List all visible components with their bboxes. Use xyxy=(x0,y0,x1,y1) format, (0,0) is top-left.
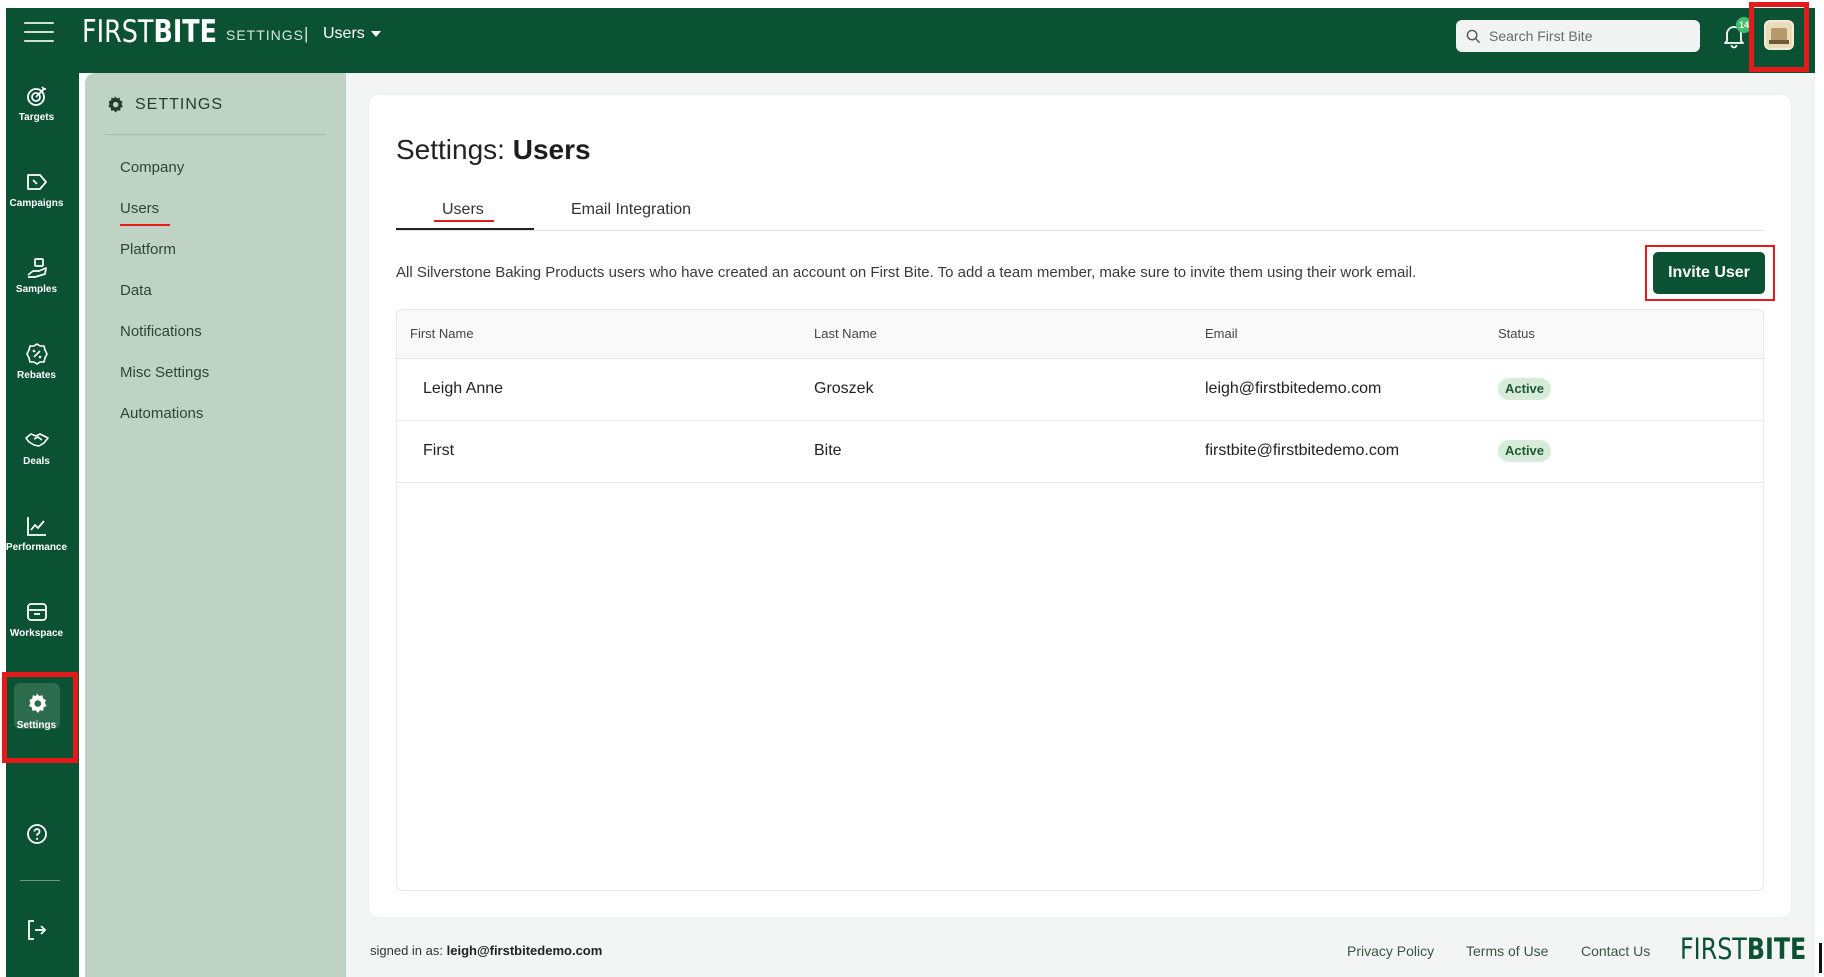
table-row[interactable]: First Bite firstbite@firstbitedemo.com A… xyxy=(397,421,1763,483)
rail-label-deals: Deals xyxy=(23,456,50,467)
users-description: All Silverstone Baking Products users wh… xyxy=(396,264,1417,281)
sidebar-item-platform[interactable]: Platform xyxy=(120,241,176,258)
tab-red-underline xyxy=(434,220,494,222)
handshake-icon xyxy=(24,433,49,447)
gear-icon xyxy=(108,96,123,113)
percent-badge-icon xyxy=(25,343,48,365)
page-switcher-label: Users xyxy=(323,25,365,42)
rail-label-targets: Targets xyxy=(18,112,55,123)
rail-item-performance[interactable]: Performance xyxy=(0,514,73,553)
archive-box-icon xyxy=(26,603,47,621)
tab-users[interactable]: Users xyxy=(442,201,484,219)
contact-us-link[interactable]: Contact Us xyxy=(1581,943,1650,959)
rail-item-logout[interactable] xyxy=(0,918,73,942)
logout-icon xyxy=(27,920,46,940)
highlight-box-settings-rail xyxy=(2,672,78,763)
search-input[interactable] xyxy=(1489,28,1689,44)
breadcrumb-separator: | xyxy=(304,24,309,43)
cell-first-name: First xyxy=(423,442,455,459)
sidebar-item-company[interactable]: Company xyxy=(120,159,184,176)
sidebar-active-underline xyxy=(120,224,170,226)
sidebar-item-misc-settings[interactable]: Misc Settings xyxy=(120,364,209,381)
cell-email: firstbite@firstbitedemo.com xyxy=(1205,442,1400,459)
settings-sidebar: SETTINGS Company Users Platform Data Not… xyxy=(85,73,346,977)
rail-label-workspace: Workspace xyxy=(9,628,64,639)
rail-label-campaigns: Campaigns xyxy=(9,198,64,209)
users-table: First Name Last Name Email Status Leigh … xyxy=(396,309,1764,891)
page-switcher-dropdown[interactable]: Users xyxy=(323,25,381,43)
chevron-down-icon xyxy=(370,31,381,37)
rail-item-deals[interactable]: Deals xyxy=(0,428,73,467)
rail-item-workspace[interactable]: Workspace xyxy=(0,600,73,639)
cell-last-name: Groszek xyxy=(814,380,874,397)
sidebar-item-users[interactable]: Users xyxy=(120,200,159,217)
signed-in-email: leigh@firstbitedemo.com xyxy=(446,943,603,958)
footer-brand-logo: FIRSTBITE xyxy=(1680,932,1807,966)
app-root: FIRSTBITE SETTINGS | Users 14 Targets Ca… xyxy=(0,0,1824,977)
privacy-policy-link[interactable]: Privacy Policy xyxy=(1347,943,1434,959)
cell-last-name: Bite xyxy=(814,442,842,459)
brand-logo[interactable]: FIRSTBITE xyxy=(82,14,217,50)
line-chart-icon xyxy=(26,517,46,536)
avatar[interactable] xyxy=(1764,20,1794,50)
rail-label-samples: Samples xyxy=(15,284,58,295)
status-badge: Active xyxy=(1498,440,1552,462)
terms-of-use-link[interactable]: Terms of Use xyxy=(1466,943,1548,959)
invite-user-button[interactable]: Invite User xyxy=(1653,252,1765,294)
table-header: First Name Last Name Email Status xyxy=(397,310,1763,359)
rail-item-help[interactable] xyxy=(0,822,73,846)
window-edge-mark xyxy=(1819,943,1822,973)
target-icon xyxy=(26,86,46,106)
sidebar-item-automations[interactable]: Automations xyxy=(120,405,203,422)
tab-email-integration[interactable]: Email Integration xyxy=(571,201,691,219)
search-icon xyxy=(1466,29,1481,43)
rail-item-campaigns[interactable]: Campaigns xyxy=(0,170,73,209)
cell-first-name: Leigh Anne xyxy=(423,380,504,397)
tab-bar: Users Email Integration xyxy=(396,195,1764,231)
page-title: Settings: Users xyxy=(396,134,591,165)
rail-item-samples[interactable]: Samples xyxy=(0,256,73,295)
hand-package-icon xyxy=(26,258,47,278)
megaphone-icon xyxy=(26,174,47,190)
rail-item-targets[interactable]: Targets xyxy=(0,84,73,123)
sidebar-header: SETTINGS xyxy=(105,95,223,115)
sidebar-divider xyxy=(105,134,326,135)
help-circle-icon xyxy=(26,824,47,844)
sidebar-item-notifications[interactable]: Notifications xyxy=(120,323,202,340)
rail-label-performance: Performance xyxy=(5,542,68,553)
sidebar-title: SETTINGS xyxy=(135,96,224,113)
breadcrumb-section: SETTINGS xyxy=(226,27,305,43)
menu-icon[interactable] xyxy=(24,22,54,42)
rail-label-rebates: Rebates xyxy=(17,370,56,381)
column-header-status[interactable]: Status xyxy=(1498,326,1535,341)
search-box[interactable] xyxy=(1456,20,1700,52)
tab-active-indicator xyxy=(396,228,534,230)
column-header-last-name[interactable]: Last Name xyxy=(814,326,877,341)
signed-in-info: signed in as: leigh@firstbitedemo.com xyxy=(370,943,603,958)
column-header-email[interactable]: Email xyxy=(1205,326,1238,341)
table-row[interactable]: Leigh Anne Groszek leigh@firstbitedemo.c… xyxy=(397,359,1763,421)
rail-divider xyxy=(20,880,60,881)
sidebar-item-data[interactable]: Data xyxy=(120,282,152,299)
column-header-first-name[interactable]: First Name xyxy=(410,326,474,341)
rail-item-rebates[interactable]: Rebates xyxy=(0,342,73,381)
cell-email: leigh@firstbitedemo.com xyxy=(1205,380,1382,397)
status-badge: Active xyxy=(1498,378,1552,400)
